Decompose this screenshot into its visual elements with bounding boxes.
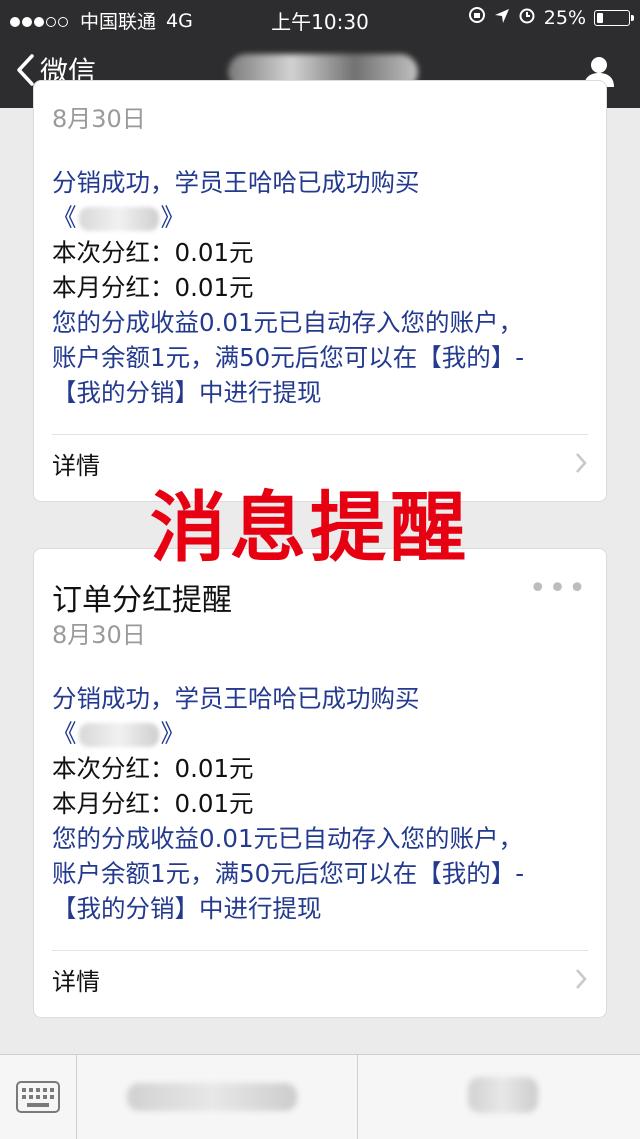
more-options-button[interactable]: ••• [529,571,588,606]
status-bar: 中国联通 4G 上午10:30 25% [0,0,640,36]
message-line: 分销成功，学员王哈哈已成功购买 [52,168,420,197]
keyboard-toggle-button[interactable] [0,1055,77,1139]
message-body: 分销成功，学员王哈哈已成功购买 《》 本次分红：0.01元 本月分红：0.01元… [52,165,524,410]
battery-icon [594,9,634,26]
blurred-menu-label [127,1083,297,1111]
message-line: 您的分成收益0.01元已自动存入您的账户， [52,824,524,853]
blurred-course-name [78,723,159,747]
message-line: 【我的分销】中进行提现 [52,894,322,923]
details-label: 详情 [52,451,100,480]
message-date: 8月30日 [52,105,146,133]
rotation-lock-icon [468,6,486,29]
notification-stamp-overlay: 消息提醒 [150,483,470,572]
course-title-line: 《》 [52,719,185,748]
message-body: 分销成功，学员王哈哈已成功购买 《》 本次分红：0.01元 本月分红：0.01元… [52,681,524,926]
message-date: 8月30日 [52,621,146,649]
message-line: 分销成功，学员王哈哈已成功购买 [52,684,420,713]
details-label: 详情 [52,967,100,996]
battery-percent: 25% [543,6,586,29]
monthly-dividend: 本月分红：0.01元 [52,273,254,302]
message-title: 订单分红提醒 [52,583,232,618]
message-card: 订单分红提醒 ••• 8月30日 分销成功，学员王哈哈已成功购买 《》 本次分红… [33,548,607,1018]
bottom-menu-item[interactable] [77,1055,358,1139]
chevron-right-icon [576,969,587,989]
message-line: 账户余额1元，满50元后您可以在【我的】- [52,343,525,372]
keyboard-icon [16,1081,60,1113]
message-line: 您的分成收益0.01元已自动存入您的账户， [52,308,524,337]
blurred-course-name [78,207,159,231]
current-dividend: 本次分红：0.01元 [52,754,254,783]
details-link[interactable]: 详情 [52,951,588,1007]
alarm-clock-icon [518,6,536,29]
chevron-left-icon [17,54,34,86]
bottom-menu-bar [0,1054,640,1139]
bottom-menu-item[interactable] [358,1055,640,1139]
current-dividend: 本次分红：0.01元 [52,238,254,267]
blurred-menu-label [468,1077,538,1113]
message-line: 【我的分销】中进行提现 [52,378,322,407]
location-arrow-icon [494,7,510,29]
message-card: 8月30日 分销成功，学员王哈哈已成功购买 《》 本次分红：0.01元 本月分红… [33,80,607,502]
chevron-right-icon [576,453,587,473]
message-line: 账户余额1元，满50元后您可以在【我的】- [52,859,525,888]
course-title-line: 《》 [52,203,185,232]
monthly-dividend: 本月分红：0.01元 [52,789,254,818]
